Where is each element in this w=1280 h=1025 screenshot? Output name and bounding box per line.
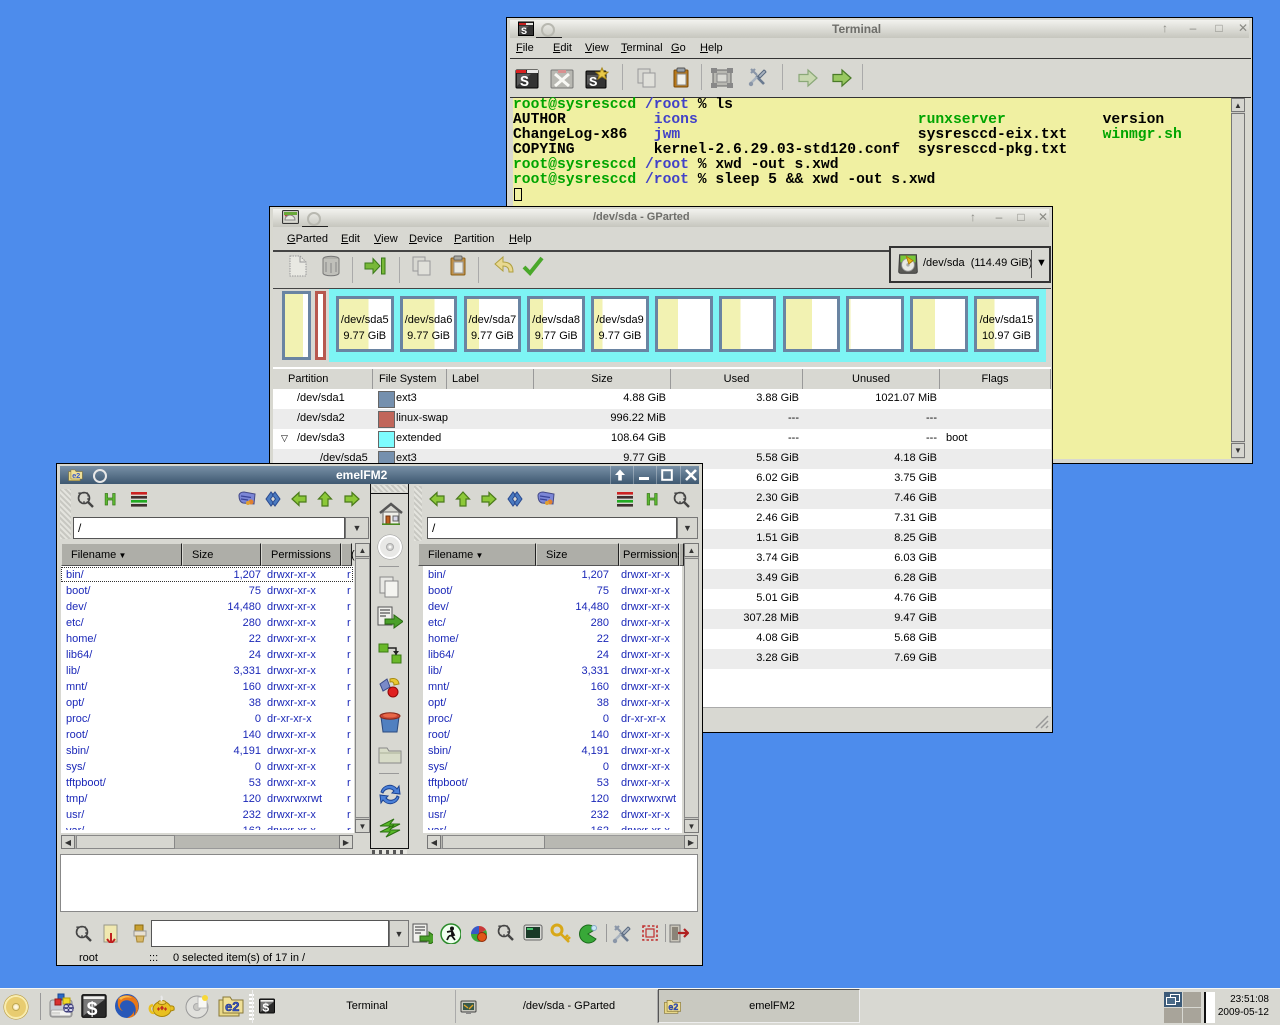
- svg-text:S: S: [521, 27, 527, 37]
- svg-text:H: H: [104, 490, 116, 509]
- svg-text:$: $: [86, 999, 98, 1020]
- svg-text:e2: e2: [72, 471, 80, 480]
- svg-text:S: S: [520, 74, 529, 90]
- svg-text:H: H: [646, 490, 658, 509]
- svg-text:$: $: [262, 1002, 269, 1016]
- svg-text:e2: e2: [668, 1002, 678, 1012]
- svg-text:e2: e2: [225, 999, 239, 1014]
- svg-text:S: S: [589, 75, 597, 90]
